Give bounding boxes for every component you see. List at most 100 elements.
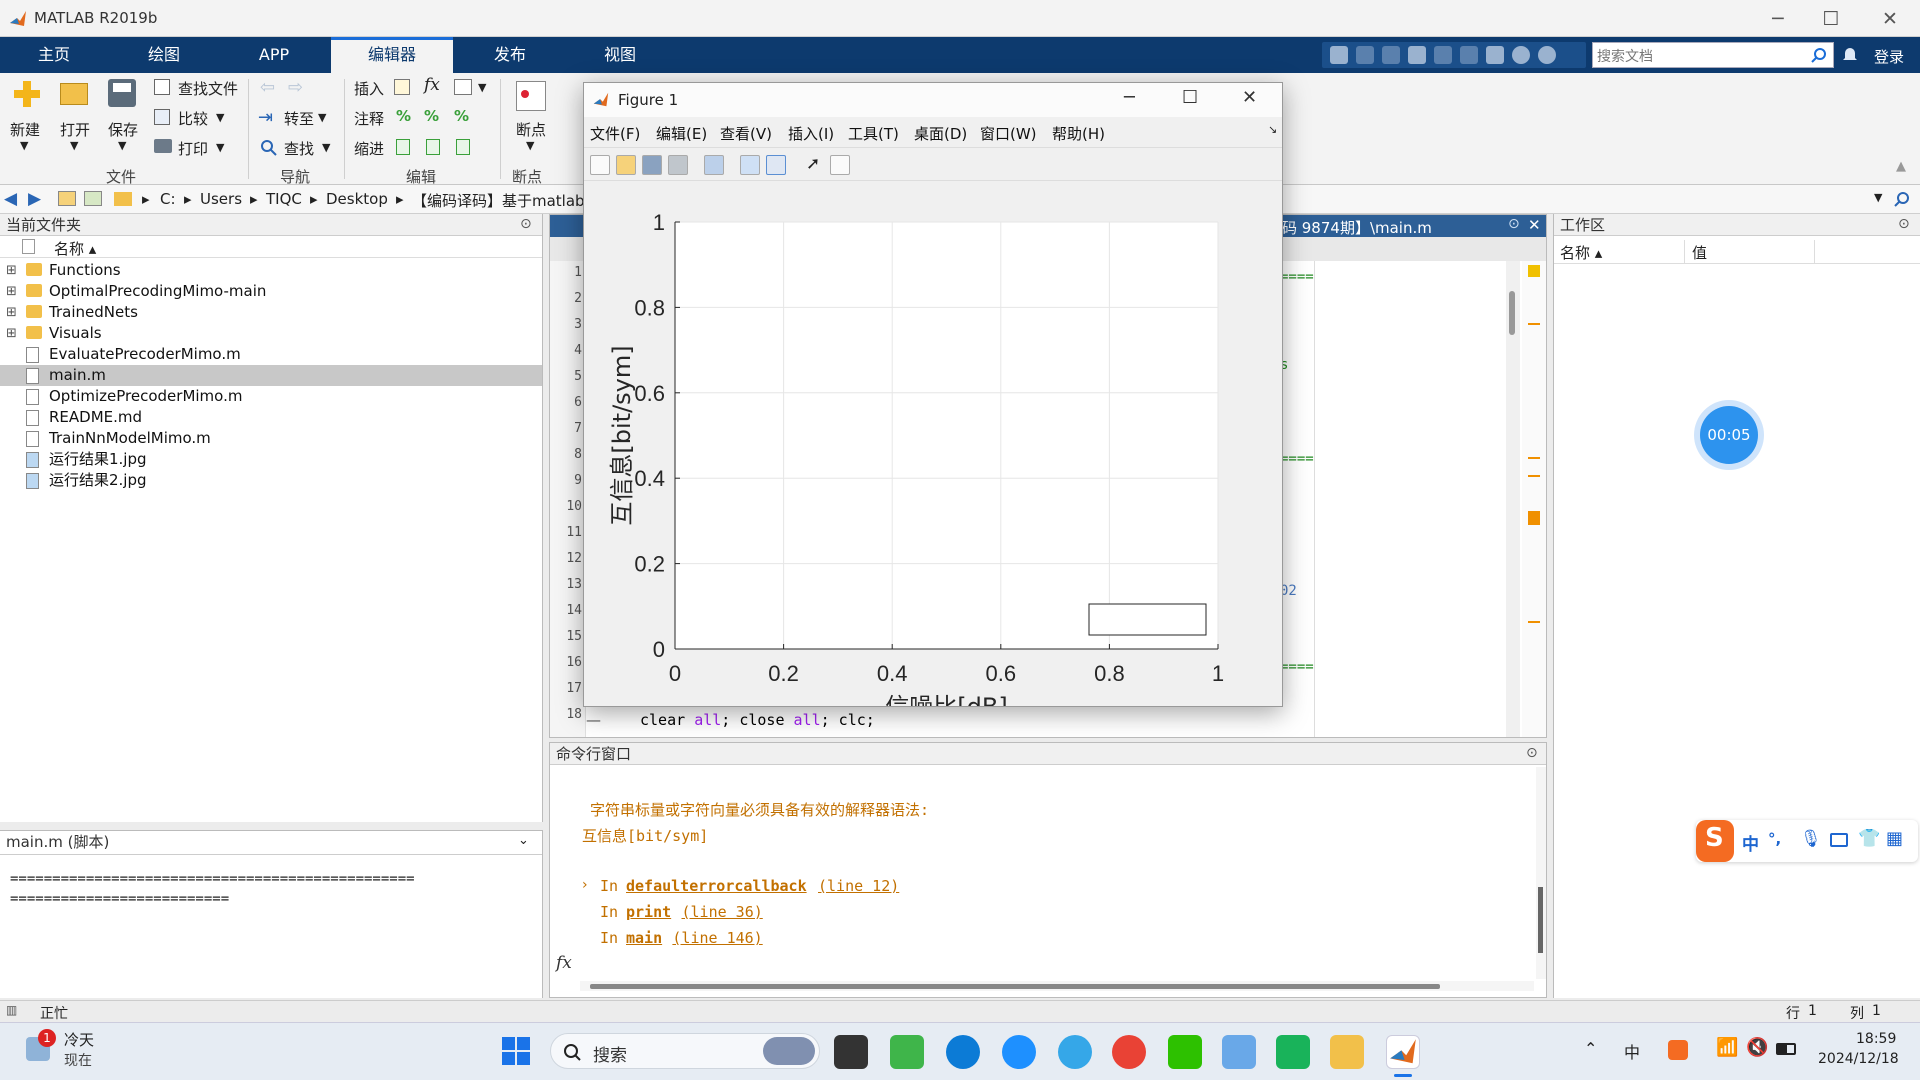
- search-icon[interactable]: [1811, 47, 1827, 63]
- figure-menu-item[interactable]: 桌面(D): [914, 123, 967, 144]
- wifi-icon[interactable]: 📶: [1716, 1037, 1738, 1058]
- save-button[interactable]: 保存: [108, 119, 138, 140]
- tab-apps[interactable]: APP: [238, 37, 310, 73]
- breadcrumb-drive[interactable]: C:: [160, 190, 176, 208]
- snipping-tool-icon[interactable]: [1222, 1035, 1256, 1069]
- figure-menu-item[interactable]: 文件(F): [590, 123, 640, 144]
- figure-menu-item[interactable]: 编辑(E): [656, 123, 707, 144]
- print-dropdown-icon[interactable]: ▼: [216, 141, 224, 154]
- volume-muted-icon[interactable]: 🔇: [1746, 1037, 1768, 1058]
- file-list-item[interactable]: main.m: [0, 365, 542, 386]
- figure-maximize-button[interactable]: ☐: [1182, 87, 1198, 108]
- expand-folder-icon[interactable]: ⊞: [6, 260, 17, 281]
- stack-line-link[interactable]: (line 36): [682, 903, 763, 921]
- forward-icon[interactable]: ▶: [28, 189, 41, 209]
- analyzer-status-icon[interactable]: [1528, 265, 1540, 277]
- file-list-item[interactable]: ⊞ Functions: [0, 260, 542, 281]
- file-list-item[interactable]: ⊞ TrainedNets: [0, 302, 542, 323]
- analyzer-marker[interactable]: [1528, 457, 1540, 459]
- open-dropdown-icon[interactable]: ▼: [70, 139, 78, 152]
- expand-folder-icon[interactable]: ⊞: [6, 323, 17, 344]
- file-explorer-icon[interactable]: [1330, 1035, 1364, 1069]
- tab-home[interactable]: 主页: [18, 37, 90, 73]
- breadcrumb-tiqc[interactable]: TIQC: [266, 190, 302, 208]
- file-list-item[interactable]: OptimizePrecoderMimo.m: [0, 386, 542, 407]
- forward-arrow-icon[interactable]: ⇨: [288, 77, 303, 98]
- insert-section-icon[interactable]: [394, 79, 410, 95]
- expand-folder-icon[interactable]: ⊞: [6, 281, 17, 302]
- colorbar-icon[interactable]: [740, 155, 760, 175]
- ie-icon[interactable]: [1002, 1035, 1036, 1069]
- command-vscrollbar[interactable]: [1536, 767, 1546, 979]
- analyzer-marker[interactable]: [1528, 621, 1540, 623]
- input-method-icon[interactable]: 中: [1624, 1039, 1640, 1063]
- minimize-button[interactable]: ─: [1750, 4, 1806, 34]
- undo-icon[interactable]: [1434, 46, 1452, 64]
- find-files-button[interactable]: 查找文件: [178, 78, 238, 99]
- breakpoints-button[interactable]: 断点: [516, 119, 546, 140]
- open-file-icon[interactable]: [616, 155, 636, 175]
- open-button[interactable]: 打开: [60, 119, 90, 140]
- find-dropdown-icon[interactable]: ▼: [322, 141, 330, 154]
- smart-indent-icon[interactable]: [396, 139, 410, 155]
- dock-figure-icon[interactable]: ↘: [1268, 123, 1277, 136]
- microphone-icon[interactable]: 🎙: [1800, 829, 1822, 849]
- indent-left-icon[interactable]: [456, 139, 470, 155]
- fx-prompt-icon[interactable]: fx: [556, 953, 572, 973]
- new-dropdown-icon[interactable]: ▼: [20, 139, 28, 152]
- stack-function-link[interactable]: print: [626, 903, 671, 921]
- panel-actions-icon[interactable]: ⊙: [520, 216, 532, 232]
- workspace-actions-icon[interactable]: ⊙: [1898, 216, 1910, 232]
- save-dropdown-icon[interactable]: ▼: [118, 139, 126, 152]
- ime-lang-toggle[interactable]: 中: [1742, 830, 1759, 855]
- folder-search-icon[interactable]: [1894, 191, 1910, 207]
- analyzer-marker[interactable]: [1528, 511, 1540, 525]
- file-list-item[interactable]: 运行结果2.jpg: [0, 470, 542, 491]
- battery-icon[interactable]: [1776, 1043, 1796, 1055]
- wrap-comments-icon[interactable]: %: [454, 107, 469, 125]
- file-list-item[interactable]: TrainNnModelMimo.m: [0, 428, 542, 449]
- close-button[interactable]: ✕: [1862, 4, 1918, 34]
- insert-button[interactable]: 插入: [354, 78, 384, 99]
- address-dropdown-icon[interactable]: ▼: [1874, 191, 1882, 204]
- edge-icon[interactable]: [946, 1035, 980, 1069]
- workspace-name-column[interactable]: 名称 ▴: [1560, 242, 1602, 263]
- skin-shirt-icon[interactable]: 👕: [1858, 828, 1880, 849]
- figure-minimize-button[interactable]: ─: [1124, 87, 1135, 108]
- help-icon[interactable]: [1512, 46, 1530, 64]
- file-list-item[interactable]: README.md: [0, 407, 542, 428]
- back-icon[interactable]: ◀: [4, 189, 17, 209]
- wechat-icon[interactable]: [1168, 1035, 1202, 1069]
- recording-timer[interactable]: 00:05: [1700, 406, 1758, 464]
- comment-percent-icon[interactable]: %: [396, 107, 411, 125]
- indent-right-icon[interactable]: [426, 139, 440, 155]
- editor-scroll-thumb[interactable]: [1509, 291, 1515, 335]
- file-list-item[interactable]: EvaluatePrecoderMimo.m: [0, 344, 542, 365]
- clock-date[interactable]: 2024/12/18: [1818, 1051, 1899, 1067]
- up-folder-icon[interactable]: [58, 191, 76, 206]
- command-hscroll-thumb[interactable]: [590, 984, 1440, 989]
- goto-button[interactable]: 转至: [284, 108, 314, 129]
- figure-menu-item[interactable]: 查看(V): [720, 123, 772, 144]
- insert-function-icon[interactable]: fx: [424, 75, 440, 95]
- weather-title[interactable]: 冷天: [64, 1029, 94, 1050]
- breadcrumb-desktop[interactable]: Desktop: [326, 190, 388, 208]
- stack-line-link[interactable]: (line 12): [818, 877, 899, 895]
- legend-box[interactable]: [1088, 603, 1207, 636]
- clock-time[interactable]: 18:59: [1856, 1031, 1896, 1047]
- editor-scrollbar[interactable]: [1506, 261, 1520, 737]
- sogou-tray-icon[interactable]: [1668, 1040, 1688, 1060]
- notification-bell-icon[interactable]: [1842, 45, 1858, 63]
- command-hscrollbar[interactable]: [580, 981, 1534, 991]
- command-actions-icon[interactable]: ⊙: [1526, 745, 1538, 761]
- figure-menu-item[interactable]: 帮助(H): [1052, 123, 1105, 144]
- editor-actions-icon[interactable]: ⊙: [1508, 216, 1520, 232]
- toolbox-grid-icon[interactable]: ▦: [1886, 828, 1903, 849]
- figure-menu-item[interactable]: 插入(I): [788, 123, 834, 144]
- cut-icon[interactable]: [1356, 46, 1374, 64]
- copy-icon[interactable]: [1382, 46, 1400, 64]
- new-button[interactable]: 新建: [10, 119, 40, 140]
- edit-plot-arrow-icon[interactable]: ➚: [806, 154, 820, 174]
- keyboard-icon[interactable]: [1830, 833, 1848, 847]
- taskbar-search[interactable]: 搜索: [550, 1033, 820, 1069]
